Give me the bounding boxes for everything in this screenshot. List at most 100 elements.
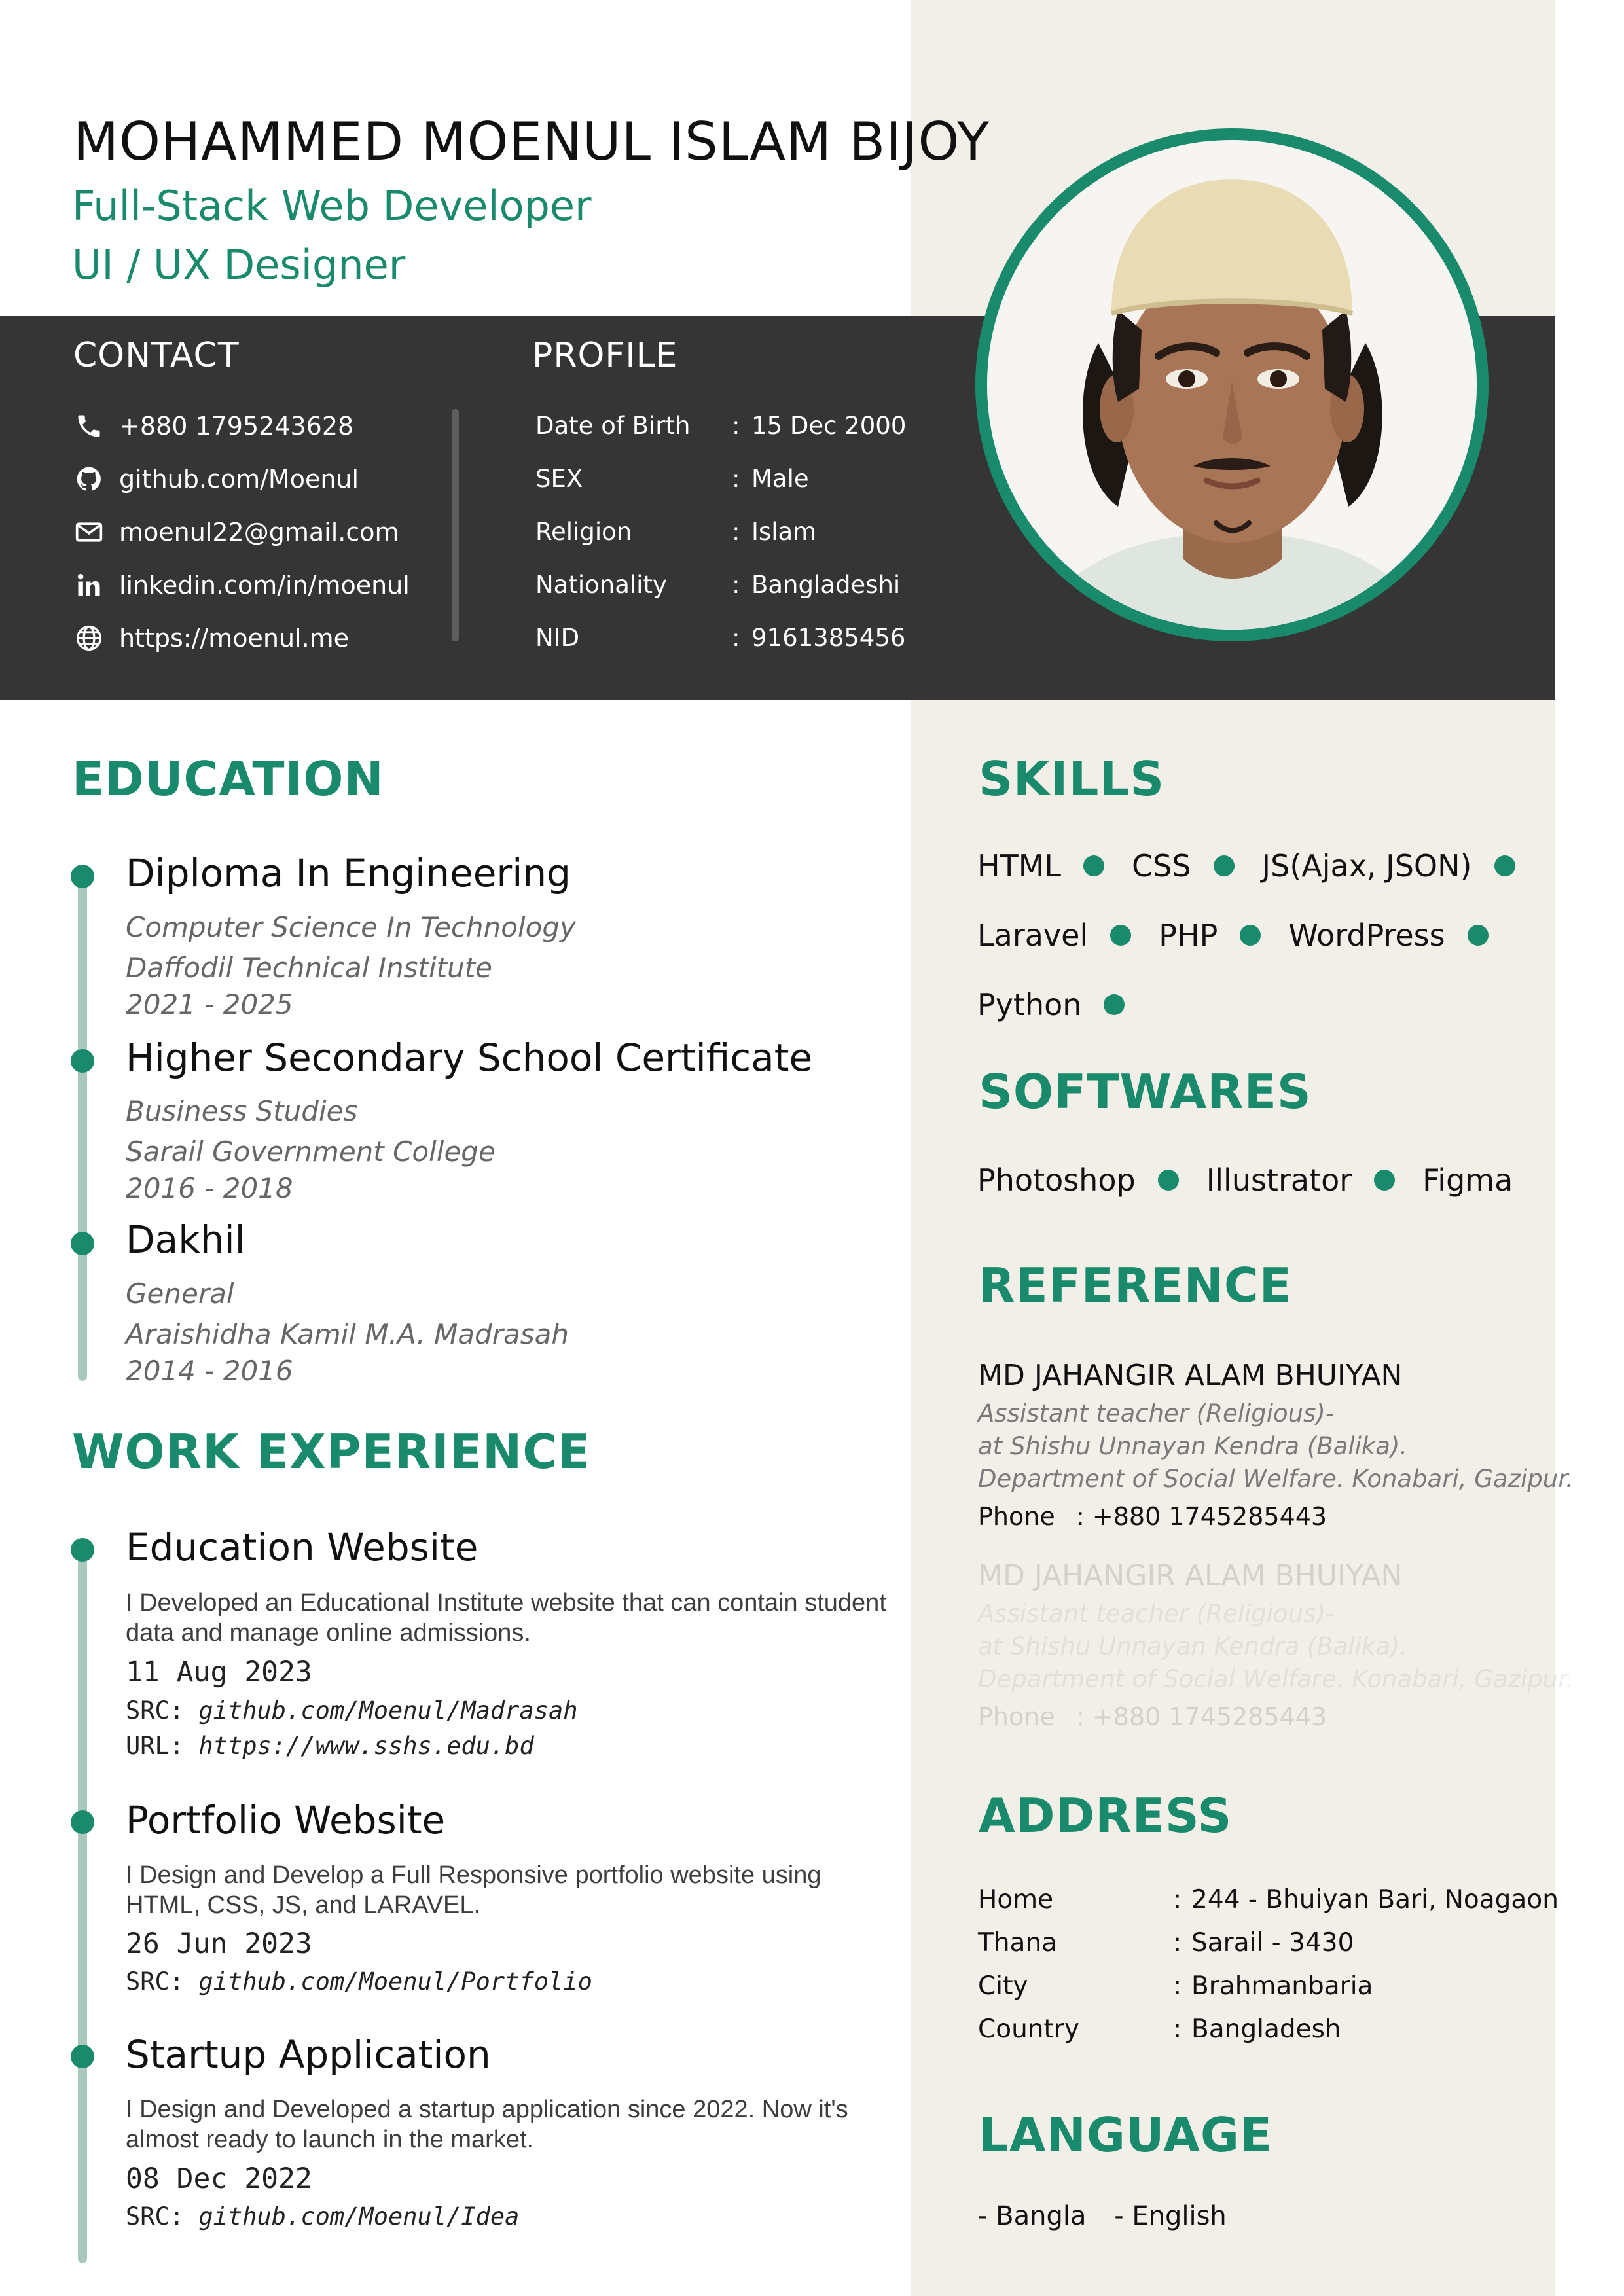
phone-value: : +880 1745285443 <box>1076 1702 1327 1731</box>
profile-colon: : <box>732 518 740 546</box>
timeline-dot <box>71 2045 94 2068</box>
project-date: 26 Jun 2023 <box>126 1928 312 1960</box>
skill-tag: JS(Ajax, JSON) <box>1262 848 1543 884</box>
address-row-country: Country: Bangladesh <box>978 2015 1341 2044</box>
contact-github[interactable]: github.com/Moenul <box>73 452 410 505</box>
project-source[interactable]: SRC: github.com/Moenul/Portfolio <box>126 1967 592 1996</box>
skill-tag: CSS <box>1132 848 1262 884</box>
profile-label: Date of Birth <box>535 412 691 440</box>
profile-colon: : <box>732 412 740 440</box>
project-title: Startup Application <box>126 2032 491 2077</box>
contact-phone-text: +880 1795243628 <box>119 411 354 440</box>
mail-icon <box>73 516 105 548</box>
education-title: Higher Secondary School Certificate <box>126 1035 813 1080</box>
language-list: - Bangla - English <box>978 2201 1246 2231</box>
contact-phone[interactable]: +880 1795243628 <box>73 399 410 452</box>
profile-row-dob: Date of Birth : 15 Dec 2000 <box>535 399 906 452</box>
project-title: Portfolio Website <box>126 1798 446 1842</box>
profile-photo <box>987 140 1477 630</box>
work-timeline <box>78 1550 87 2263</box>
address-value: Brahmanbaria <box>1191 1971 1373 2001</box>
source-label: SRC: <box>126 2202 185 2231</box>
band-divider <box>452 409 459 641</box>
education-field: Business Studies <box>126 1095 358 1127</box>
project-source[interactable]: SRC: github.com/Moenul/Madrasah <box>126 1696 578 1725</box>
education-field: Computer Science In Technology <box>126 911 576 943</box>
profile-value: Islam <box>751 518 817 546</box>
profile-heading: PROFILE <box>532 336 678 375</box>
skill-label: Python <box>977 987 1082 1022</box>
education-years: 2014 - 2016 <box>126 1355 293 1387</box>
education-heading: EDUCATION <box>72 751 384 806</box>
project-description: I Developed an Educational Institute web… <box>126 1589 886 1647</box>
skill-label: PHP <box>1159 918 1218 953</box>
source-link[interactable]: github.com/Moenul/Madrasah <box>198 1696 577 1725</box>
url-link[interactable]: https://www.sshs.edu.bd <box>198 1732 533 1760</box>
contact-linkedin[interactable]: linkedin.com/in/moenul <box>73 558 410 611</box>
reference-heading: REFERENCE <box>979 1258 1292 1313</box>
phone-value: : +880 1745285443 <box>1076 1502 1327 1531</box>
reference-detail: at Shishu Unnayan Kendra (Balika). <box>978 1632 1408 1660</box>
contact-email-text: moenul22@gmail.com <box>119 517 399 547</box>
skills-row: Laravel PHP WordPress <box>977 918 1516 953</box>
education-title: Diploma In Engineering <box>126 851 571 895</box>
source-label: SRC: <box>126 1967 185 1996</box>
reference-name: MD JAHANGIR ALAM BHUIYAN <box>978 1359 1403 1392</box>
contact-email[interactable]: moenul22@gmail.com <box>73 505 410 558</box>
profile-colon: : <box>732 465 740 493</box>
project-description: I Design and Developed a startup applica… <box>126 2096 848 2153</box>
bullet-dot <box>1374 1170 1396 1191</box>
address-label: Thana <box>978 1928 1058 1958</box>
phone-label: Phone <box>978 1702 1055 1731</box>
project-source[interactable]: SRC: github.com/Moenul/Idea <box>126 2202 519 2231</box>
contact-list: +880 1795243628 github.com/Moenul moenul… <box>73 399 410 664</box>
github-icon <box>73 463 105 495</box>
profile-colon: : <box>732 624 740 652</box>
profile-value: Bangladeshi <box>751 571 901 599</box>
education-timeline <box>78 876 87 1381</box>
address-row-thana: Thana: Sarail - 3430 <box>978 1928 1354 1958</box>
linkedin-icon <box>73 569 105 601</box>
profile-label: Nationality <box>535 571 667 599</box>
education-years: 2016 - 2018 <box>126 1172 293 1204</box>
profile-value: Male <box>751 465 809 493</box>
address-value: Sarail - 3430 <box>1191 1928 1354 1958</box>
profile-label: NID <box>535 624 580 652</box>
timeline-dot <box>71 1232 94 1255</box>
skill-tag: HTML <box>977 848 1132 884</box>
project-date: 08 Dec 2022 <box>126 2162 312 2195</box>
skill-label: Laravel <box>977 918 1089 953</box>
address-value: Bangladesh <box>1191 2015 1341 2044</box>
contact-github-text: github.com/Moenul <box>119 464 359 493</box>
address-colon: : <box>1173 2015 1182 2044</box>
skill-label: HTML <box>977 848 1062 884</box>
reference-detail: Assistant teacher (Religious)- <box>978 1600 1335 1628</box>
reference-detail: at Shishu Unnayan Kendra (Balika). <box>978 1432 1408 1460</box>
bullet-dot <box>1494 855 1515 876</box>
address-label: Home <box>978 1885 1054 1914</box>
software-tag: Illustrator <box>1206 1162 1422 1198</box>
timeline-dot <box>71 865 94 888</box>
project-date: 11 Aug 2023 <box>126 1656 312 1689</box>
reference-detail: Department of Social Welfare. Konabari, … <box>978 1665 1574 1693</box>
contact-website[interactable]: https://moenul.me <box>73 611 410 664</box>
skill-label: CSS <box>1132 848 1191 884</box>
bullet-dot <box>1213 855 1235 876</box>
language-item: - English <box>1114 2201 1227 2231</box>
skills-row: HTML CSS JS(Ajax, JSON) <box>977 848 1543 884</box>
profile-row-nationality: Nationality : Bangladeshi <box>535 558 906 611</box>
reference-detail: Department of Social Welfare. Konabari, … <box>978 1465 1574 1493</box>
timeline-dot <box>71 1049 94 1073</box>
address-value: 244 - Bhuiyan Bari, Noagaon <box>1191 1885 1559 1914</box>
profile-colon: : <box>732 571 740 599</box>
project-url[interactable]: URL: https://www.sshs.edu.bd <box>126 1732 534 1760</box>
bullet-dot <box>1467 925 1489 946</box>
source-link[interactable]: github.com/Moenul/Idea <box>198 2202 519 2231</box>
profile-row-nid: NID : 9161385456 <box>535 611 906 664</box>
software-tag: Photoshop <box>977 1162 1206 1198</box>
job-title-primary: Full-Stack Web Developer <box>72 182 592 230</box>
source-link[interactable]: github.com/Moenul/Portfolio <box>198 1967 592 1996</box>
contact-heading: CONTACT <box>73 336 240 375</box>
profile-label: Religion <box>535 518 632 546</box>
bullet-dot <box>1083 855 1105 876</box>
